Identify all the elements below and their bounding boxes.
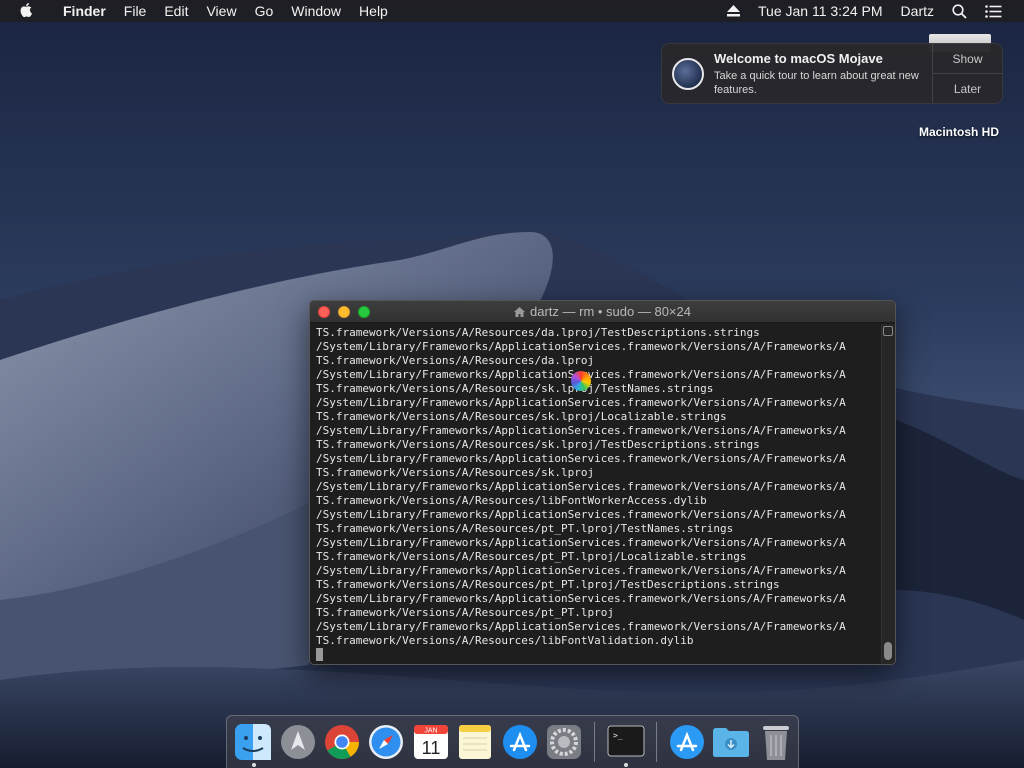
system-preferences-icon [547,725,582,759]
app-store-icon [669,725,704,759]
terminal-icon-prompt: >_ [613,731,623,740]
terminal-line: TS.framework/Versions/A/Resources/pt_PT.… [316,578,780,591]
terminal-line: TS.framework/Versions/A/Resources/sk.lpr… [316,382,714,395]
notification-later-button[interactable]: Later [933,73,1002,103]
menu-help[interactable]: Help [350,0,397,22]
terminal-icon: >_ [607,725,645,757]
window-close-button[interactable] [318,305,330,318]
notification-text: Take a quick tour to learn about great n… [714,70,919,96]
terminal-scrollbar[interactable] [881,324,895,664]
notes-icon [459,725,492,759]
eject-icon[interactable] [727,5,741,17]
menubar-user[interactable]: Dartz [901,0,934,22]
window-zoom-button[interactable] [358,305,370,318]
notification-title: Welcome to macOS Mojave [714,51,883,66]
apple-menu-icon[interactable] [20,3,40,19]
dock-launchpad[interactable] [277,721,317,763]
dock-separator-2 [655,722,657,762]
macintosh-hd-label[interactable]: Macintosh HD [904,125,1014,139]
dock: JAN 11 >_ [226,715,799,768]
dock-calendar[interactable]: JAN 11 [411,721,451,763]
terminal-line: /System/Library/Frameworks/ApplicationSe… [316,396,846,409]
home-folder-icon [514,302,525,324]
spotlight-search-icon[interactable] [952,3,967,19]
dock-terminal[interactable]: >_ [605,721,645,767]
terminal-line: /System/Library/Frameworks/ApplicationSe… [316,536,846,549]
safari-icon [369,725,404,759]
terminal-line: TS.framework/Versions/A/Resources/sk.lpr… [316,466,595,479]
terminal-line: /System/Library/Frameworks/ApplicationSe… [316,592,846,605]
finder-icon [235,724,272,760]
menu-edit[interactable]: Edit [155,0,197,22]
dock-downloads-folder[interactable] [711,721,751,763]
split-pane-icon[interactable] [883,326,893,336]
mojave-app-icon [672,58,704,90]
chrome-icon [325,725,360,759]
terminal-line: TS.framework/Versions/A/Resources/sk.lpr… [316,438,760,451]
menu-finder[interactable]: Finder [54,0,115,22]
terminal-line: /System/Library/Frameworks/ApplicationSe… [316,452,846,465]
scrollbar-thumb[interactable] [884,642,892,660]
dock-chrome[interactable] [322,721,362,763]
terminal-line: TS.framework/Versions/A/Resources/libFon… [316,494,707,507]
terminal-line: TS.framework/Versions/A/Resources/da.lpr… [316,326,760,339]
welcome-notification[interactable]: Welcome to macOS Mojave Take a quick tou… [661,43,1003,104]
terminal-window[interactable]: dartz — rm • sudo — 80×24 TS.framework/V… [309,300,896,665]
dock-safari[interactable] [366,721,406,763]
dock-separator [594,722,596,762]
dock-app-store-downloads[interactable] [667,721,707,763]
dock-trash[interactable] [756,721,796,763]
terminal-line: /System/Library/Frameworks/ApplicationSe… [316,424,846,437]
menubar-clock[interactable]: Tue Jan 11 3:24 PM [758,0,883,22]
spinning-beachball-cursor [571,371,591,391]
terminal-line: /System/Library/Frameworks/ApplicationSe… [316,480,846,493]
menu-go[interactable]: Go [246,0,283,22]
trash-icon [762,726,789,760]
dock-finder[interactable] [233,721,273,767]
terminal-line: TS.framework/Versions/A/Resources/pt_PT.… [316,550,747,563]
menu-bar: Finder File Edit View Go Window Help Tue… [0,0,1024,22]
notification-center-icon[interactable] [985,4,1002,18]
terminal-line: TS.framework/Versions/A/Resources/da.lpr… [316,354,595,367]
notification-show-button[interactable]: Show [933,44,1002,73]
terminal-line: /System/Library/Frameworks/ApplicationSe… [316,368,875,382]
launchpad-icon [280,725,315,759]
terminal-line: TS.framework/Versions/A/Resources/pt_PT.… [316,606,615,619]
terminal-cursor [316,648,323,661]
terminal-title-text: dartz — rm • sudo — 80×24 [530,304,691,319]
terminal-titlebar[interactable]: dartz — rm • sudo — 80×24 [310,301,895,323]
menu-window[interactable]: Window [282,0,350,22]
terminal-line: /System/Library/Frameworks/ApplicationSe… [316,340,846,353]
terminal-line: TS.framework/Versions/A/Resources/sk.lpr… [316,410,727,423]
menu-view[interactable]: View [197,0,245,22]
window-minimize-button[interactable] [338,305,350,318]
dock-notes[interactable] [455,721,495,763]
calendar-day: 11 [422,738,441,758]
terminal-output[interactable]: TS.framework/Versions/A/Resources/da.lpr… [310,324,881,664]
terminal-line: TS.framework/Versions/A/Resources/pt_PT.… [316,522,734,535]
calendar-icon: JAN 11 [413,725,448,759]
dock-app-store[interactable] [500,721,540,763]
terminal-line: /System/Library/Frameworks/ApplicationSe… [316,564,846,577]
downloads-folder-icon [713,728,750,757]
calendar-month: JAN [424,728,437,735]
menu-file[interactable]: File [115,0,156,22]
terminal-line: /System/Library/Frameworks/ApplicationSe… [316,508,846,521]
terminal-line: /System/Library/Frameworks/ApplicationSe… [316,620,846,633]
dock-system-preferences[interactable] [544,721,584,763]
app-store-icon [502,725,537,759]
terminal-title: dartz — rm • sudo — 80×24 [310,301,895,323]
terminal-line: TS.framework/Versions/A/Resources/libFon… [316,634,694,647]
